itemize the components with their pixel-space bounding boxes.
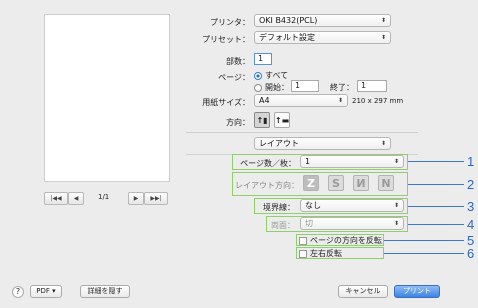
print-preview (44, 14, 170, 182)
callout-line (408, 184, 464, 185)
callout-line (408, 161, 464, 162)
copies-label: 部数： (226, 57, 250, 66)
pages-range-option[interactable]: 開始： (254, 82, 289, 93)
pages-to-input[interactable]: 1 (357, 80, 387, 92)
border-select[interactable]: なし ⬍ (300, 199, 404, 212)
popup-arrows-icon: ⬍ (393, 158, 399, 165)
preview-pager-left: |◀◀ ◀ (44, 192, 84, 205)
radio-selected-icon[interactable] (254, 71, 262, 80)
direction-z-icon: Z (307, 176, 315, 190)
pages-per-sheet-select[interactable]: 1 ⬍ (300, 155, 404, 168)
orientation-label: 方向： (226, 118, 250, 127)
pages-from-input[interactable]: 1 (291, 80, 319, 92)
direction-n-icon: N (381, 176, 391, 190)
checkbox-icon[interactable] (299, 236, 307, 245)
callout-line (384, 253, 464, 254)
page-count: 1/1 (98, 193, 110, 201)
paper-dimensions: 210 x 297 mm (352, 97, 404, 105)
printer-select[interactable]: OKI B432(PCL) ⬍ (254, 14, 391, 27)
separator (186, 132, 418, 133)
direction-z-button[interactable]: Z (303, 175, 319, 191)
portrait-icon: ↑▮ (256, 115, 268, 125)
popup-arrows-icon: ⬍ (380, 34, 386, 41)
print-button[interactable]: プリント (394, 285, 440, 298)
popup-arrows-icon: ⬍ (380, 17, 386, 24)
popup-arrows-icon: ⬍ (337, 97, 343, 104)
checkbox-icon[interactable] (299, 249, 307, 258)
landscape-button[interactable]: ↑▬ (274, 112, 290, 128)
copies-input[interactable]: 1 (254, 53, 272, 65)
flip-horizontal-checkbox[interactable]: 左右反転 (299, 248, 342, 259)
first-page-button[interactable]: |◀◀ (44, 192, 68, 205)
two-sided-value: 切 (305, 219, 313, 228)
direction-reverse-n-icon: И (356, 176, 366, 190)
help-button[interactable]: ? (12, 286, 24, 298)
paper-size-value: A4 (259, 96, 270, 105)
pages-all-label: すべて (265, 71, 289, 80)
popup-arrows-icon: ⬍ (393, 202, 399, 209)
callout-number: 2 (467, 177, 475, 192)
portrait-button[interactable]: ↑▮ (254, 112, 270, 128)
callout-line (408, 224, 464, 225)
pages-to-label: 終了： (330, 83, 354, 92)
help-icon: ? (15, 287, 21, 296)
callout-line (384, 240, 464, 241)
section-select[interactable]: レイアウト ⬍ (254, 137, 391, 150)
section-value: レイアウト (259, 139, 299, 148)
callout-number: 3 (467, 199, 475, 214)
callout-number: 1 (467, 154, 475, 169)
callout-number: 6 (467, 246, 475, 261)
pages-label: ページ： (218, 73, 250, 82)
landscape-icon: ↑▬ (274, 115, 290, 125)
two-sided-label: 両面： (271, 221, 295, 230)
reverse-orientation-checkbox[interactable]: ページの方向を反転 (299, 235, 382, 246)
printer-value: OKI B432(PCL) (259, 16, 318, 25)
direction-s-icon: S (332, 176, 340, 190)
two-sided-select[interactable]: 切 ⬍ (300, 217, 404, 230)
presets-value: デフォルト設定 (259, 33, 315, 42)
reverse-orientation-label: ページの方向を反転 (310, 236, 382, 245)
layout-direction-label: レイアウト方向： (235, 181, 299, 190)
printer-label: プリンタ： (210, 18, 250, 27)
pages-per-sheet-value: 1 (305, 157, 311, 166)
pdf-menu-button[interactable]: PDF ▾ (30, 285, 62, 298)
pages-all-option[interactable]: すべて (254, 70, 288, 81)
flip-horizontal-label: 左右反転 (310, 249, 342, 258)
radio-unselected-icon[interactable] (254, 83, 262, 92)
direction-reverse-n-button[interactable]: И (353, 175, 369, 191)
preview-pager-right: ▶ ▶▶| (128, 192, 168, 205)
popup-arrows-icon: ⬍ (380, 140, 386, 147)
cancel-button[interactable]: キャンセル (338, 285, 388, 298)
prev-page-button[interactable]: ◀ (68, 192, 84, 205)
hide-details-button[interactable]: 詳細を隠す (80, 285, 130, 298)
pages-from-label: 開始： (265, 83, 289, 92)
pages-per-sheet-label: ページ数／枚： (240, 159, 296, 168)
next-page-button[interactable]: ▶ (128, 192, 144, 205)
direction-n-button[interactable]: N (378, 175, 394, 191)
popup-arrows-icon: ⬍ (393, 220, 399, 227)
presets-label: プリセット： (202, 35, 250, 44)
presets-select[interactable]: デフォルト設定 ⬍ (254, 31, 391, 44)
callout-line (408, 206, 464, 207)
direction-s-button[interactable]: S (328, 175, 344, 191)
paper-size-select[interactable]: A4 ⬍ (254, 94, 348, 107)
paper-size-label: 用紙サイズ： (202, 98, 250, 107)
callout-number: 4 (467, 217, 475, 232)
last-page-button[interactable]: ▶▶| (144, 192, 168, 205)
border-value: なし (305, 201, 321, 210)
border-label: 境界線： (263, 203, 295, 212)
